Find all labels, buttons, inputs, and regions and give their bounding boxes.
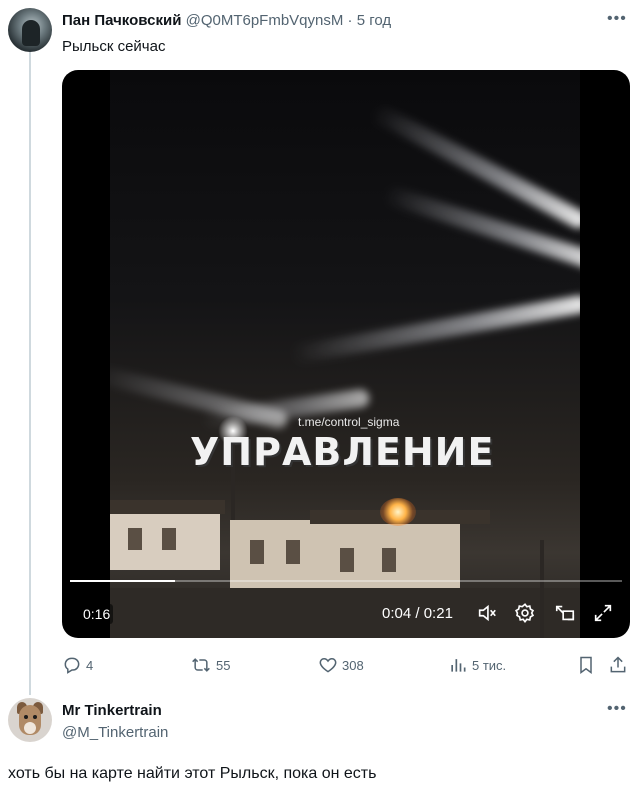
building-window [162,528,176,550]
watermark-text: УПРАВЛЕНИЕ [190,430,495,474]
tweet[interactable]: Пан Пачковский @Q0MT6pFmbVqynsM · 5 год … [0,0,639,690]
building-roof [110,500,225,514]
reply-text: хоть бы на карте найти этот Рыльск, пока… [8,765,377,782]
video-time-display: 0:04 / 0:21 [382,605,453,622]
building-window [286,540,300,564]
avatar-figure [22,20,40,46]
bookmark-button[interactable] [576,654,596,676]
mute-icon[interactable] [476,602,498,624]
video-remaining-badge: 0:16 [80,604,114,624]
street-ground [110,588,580,638]
light-streak [369,102,580,232]
video-duration: 0:21 [423,605,453,622]
video-progress-fill [70,580,175,582]
avatar[interactable] [8,698,52,742]
share-button[interactable] [608,654,628,676]
building-window [128,528,142,550]
picture-in-picture-icon[interactable] [554,602,576,624]
fire-glow [380,498,416,526]
tweet-header: Пан Пачковский @Q0MT6pFmbVqynsM · 5 год [62,12,391,30]
reply-tweet[interactable]: Mr Tinkertrain @M_Tinkertrain ••• хоть б… [0,690,639,791]
watermark-link: t.me/control_sigma [298,415,400,429]
like-count: 308 [342,657,364,673]
retweet-count: 55 [216,657,231,673]
building-window [382,548,396,572]
like-button[interactable]: 308 [318,654,364,676]
bookmark-icon [580,656,592,674]
tweet-actions: 4 55 308 5 тис. [62,654,630,676]
more-dots-icon[interactable]: ••• [607,700,627,718]
author-handle[interactable]: @Q0MT6pFmbVqynsM · 5 год [186,12,392,29]
video-progress-bar[interactable] [70,580,622,582]
views-button[interactable]: 5 тис. [448,654,506,676]
like-icon [319,657,337,673]
tweet-timestamp[interactable]: 5 год [357,12,391,29]
handle-text[interactable]: @Q0MT6pFmbVqynsM [186,12,344,29]
author-handle[interactable]: @M_Tinkertrain [62,724,168,742]
building-window [250,540,264,564]
building-window [340,548,354,572]
video-player[interactable]: t.me/control_sigma УПРАВЛЕНИЕ 0:16 0:04 … [62,70,630,638]
author-name[interactable]: Пан Пачковский [62,12,181,29]
avatar-eye [24,715,28,719]
reply-count: 4 [86,657,94,673]
tweet-text: Рыльск сейчас [62,38,166,55]
utility-pole [540,540,544,638]
settings-gear-icon[interactable] [514,602,536,624]
share-icon [610,656,626,673]
retweet-icon [192,658,210,672]
author-name[interactable]: Mr Tinkertrain [62,702,162,720]
more-dots-icon[interactable]: ••• [607,10,627,28]
avatar-snout [24,722,36,734]
avatar-eye [33,715,37,719]
view-count: 5 тис. [472,657,507,673]
header-separator: · [343,12,357,29]
video-frame[interactable] [110,70,580,638]
views-icon [451,659,466,672]
reply-icon [64,657,80,674]
fullscreen-icon[interactable] [592,602,614,624]
avatar[interactable] [8,8,52,52]
video-current-time: 0:04 [382,605,412,622]
video-time-separator: / [411,605,424,622]
reply-button[interactable]: 4 [62,654,93,676]
light-streak [290,294,580,364]
retweet-button[interactable]: 55 [190,654,230,676]
